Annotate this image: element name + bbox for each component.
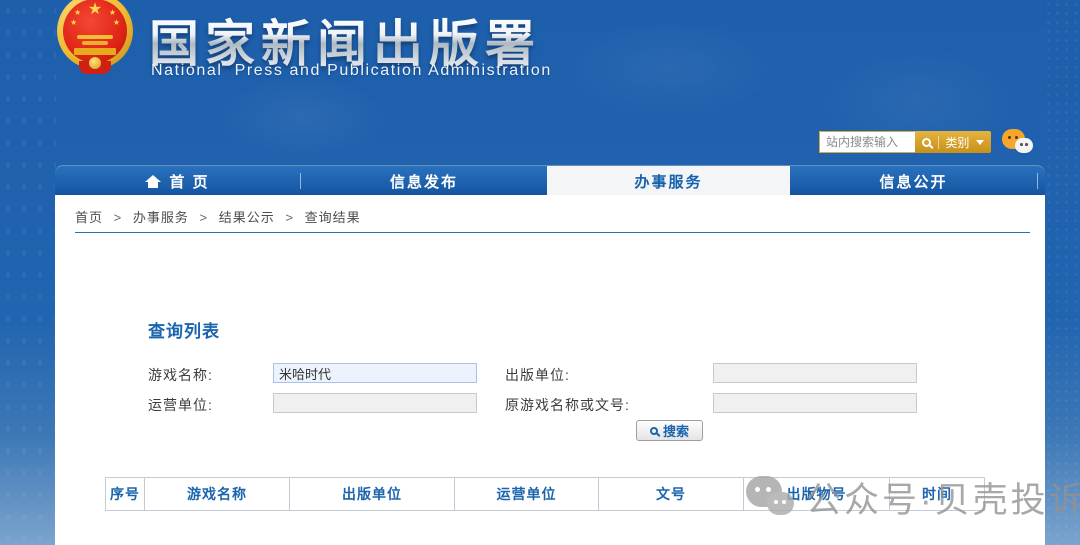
column-header-publisher: 出版单位 bbox=[289, 478, 454, 510]
breadcrumb-item-results-publicity[interactable]: 结果公示 bbox=[219, 210, 275, 225]
breadcrumb-divider-line bbox=[75, 232, 1030, 233]
wechat-widget-icon[interactable] bbox=[1002, 129, 1038, 159]
home-icon bbox=[145, 175, 161, 188]
emblem-star-icon: ★ bbox=[113, 19, 120, 27]
original-name-or-number-input[interactable] bbox=[713, 393, 917, 413]
category-label[interactable]: 类别 bbox=[945, 134, 969, 151]
results-table: 序号 游戏名称 出版单位 运营单位 文号 出版物号 时间 bbox=[105, 477, 985, 511]
column-header-operator: 运营单位 bbox=[454, 478, 598, 510]
breadcrumb-item-query-result: 查询结果 bbox=[305, 210, 361, 225]
page: ★ ★ ★ ★ ★ 国家新闻出版署 National Press and Pub… bbox=[0, 0, 1080, 545]
nav-item-info-release[interactable]: 信息发布 bbox=[301, 166, 547, 196]
column-header-game-name: 游戏名称 bbox=[144, 478, 289, 510]
field-label-publisher: 出版单位: bbox=[505, 365, 570, 385]
content-panel: 首页 > 办事服务 > 结果公示 > 查询结果 查询列表 游戏名称: 出版单位:… bbox=[55, 195, 1045, 545]
nav-item-info-disclosure[interactable]: 信息公开 bbox=[790, 166, 1037, 196]
divider bbox=[938, 136, 939, 149]
chevron-down-icon[interactable] bbox=[976, 140, 984, 145]
nav-item-label: 信息发布 bbox=[390, 171, 458, 192]
nav-item-label: 首 页 bbox=[169, 171, 209, 192]
emblem-star-icon: ★ bbox=[74, 9, 81, 17]
field-label-original-name-or-number: 原游戏名称或文号: bbox=[505, 395, 630, 415]
column-header-document-number: 文号 bbox=[598, 478, 743, 510]
nav-divider bbox=[1037, 173, 1038, 189]
emblem-gear-icon bbox=[89, 57, 101, 69]
game-name-input[interactable] bbox=[273, 363, 477, 383]
emblem-gate-icon bbox=[74, 48, 116, 55]
column-header-time: 时间 bbox=[889, 478, 984, 510]
breadcrumb-separator: > bbox=[200, 210, 209, 225]
emblem-star-icon: ★ bbox=[109, 9, 116, 17]
publisher-input[interactable] bbox=[713, 363, 917, 383]
site-search-bar: 类别 bbox=[819, 131, 991, 153]
breadcrumb-item-services[interactable]: 办事服务 bbox=[133, 210, 189, 225]
search-icon bbox=[650, 427, 658, 435]
field-label-operator: 运营单位: bbox=[148, 395, 213, 415]
search-icon[interactable] bbox=[922, 138, 931, 147]
breadcrumb-item-home[interactable]: 首页 bbox=[75, 210, 103, 225]
national-emblem-logo: ★ ★ ★ ★ ★ bbox=[57, 0, 133, 85]
site-subtitle-english: National Press and Publication Administr… bbox=[151, 62, 552, 80]
field-label-game-name: 游戏名称: bbox=[148, 365, 213, 385]
breadcrumb-separator: > bbox=[285, 210, 294, 225]
emblem-gate-icon bbox=[82, 41, 108, 45]
breadcrumb-separator: > bbox=[114, 210, 123, 225]
site-search-category-button[interactable]: 类别 bbox=[915, 131, 991, 153]
nav-item-home[interactable]: 首 页 bbox=[55, 166, 300, 196]
emblem-star-icon: ★ bbox=[88, 2, 102, 18]
nav-item-services[interactable]: 办事服务 bbox=[547, 166, 790, 196]
site-search-input[interactable] bbox=[819, 131, 915, 153]
wechat-bubble-small bbox=[1015, 138, 1033, 153]
main-navigation: 首 页 信息发布 办事服务 信息公开 bbox=[55, 165, 1045, 195]
column-header-publication-number: 出版物号 bbox=[743, 478, 889, 510]
search-button-label: 搜索 bbox=[663, 421, 689, 440]
emblem-gate-icon bbox=[77, 35, 113, 39]
nav-item-label: 办事服务 bbox=[634, 171, 702, 192]
search-button[interactable]: 搜索 bbox=[636, 420, 703, 441]
emblem-star-icon: ★ bbox=[70, 19, 77, 27]
column-header-index: 序号 bbox=[106, 478, 144, 510]
nav-item-label: 信息公开 bbox=[879, 171, 947, 192]
operator-input[interactable] bbox=[273, 393, 477, 413]
breadcrumb: 首页 > 办事服务 > 结果公示 > 查询结果 bbox=[75, 207, 361, 226]
section-title-query-list: 查询列表 bbox=[148, 317, 220, 342]
